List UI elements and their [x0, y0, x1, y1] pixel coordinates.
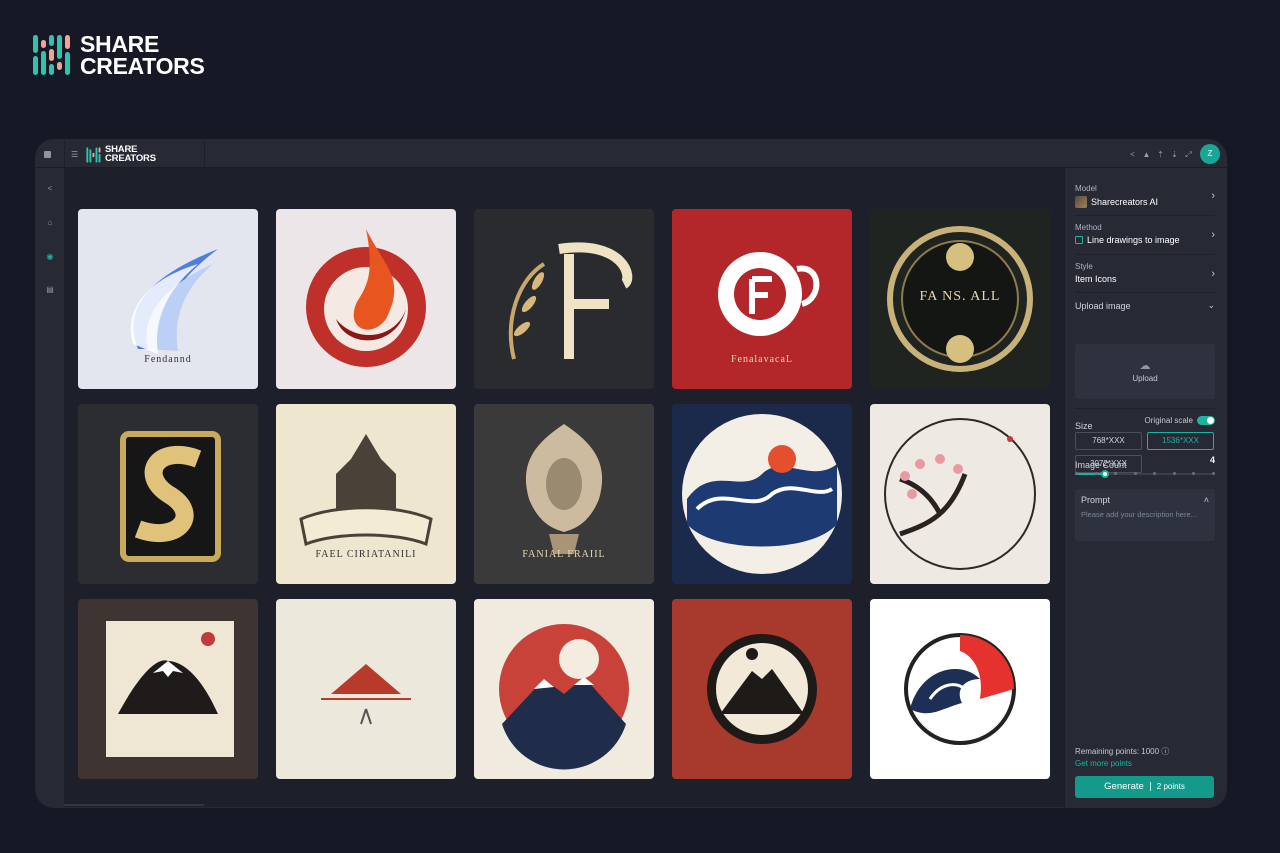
gallery-tile-fire-circle-logo[interactable] — [276, 209, 456, 389]
line-drawing-icon — [1075, 236, 1083, 244]
settings-panel: Model Sharecreators AI › Method Line dra… — [1064, 168, 1226, 807]
logo-artwork — [508, 242, 633, 360]
slider-step-dot — [1075, 472, 1078, 475]
size-option-768[interactable]: 768*XXX — [1075, 432, 1142, 450]
menu-icon[interactable]: ☰ — [71, 150, 78, 159]
share-creators-logo-icon — [86, 146, 101, 163]
slider-step-dot — [1094, 472, 1098, 475]
home-icon[interactable]: ⌂ — [45, 218, 55, 228]
chevron-right-icon: › — [1211, 190, 1215, 202]
logo-artwork — [904, 633, 1016, 745]
gallery-tile-castle-banner-logo[interactable]: FAEL CIRIATANILI — [276, 404, 456, 584]
tile-caption: FA NS. ALL — [919, 289, 1001, 304]
logo-artwork — [120, 431, 221, 562]
gallery-tile-mountain-framed-logo[interactable] — [78, 599, 258, 779]
chevron-right-icon: › — [1211, 229, 1215, 241]
ai-tool-icon[interactable]: ◉ — [45, 252, 55, 262]
image-count-section: Image Count 4 — [1075, 455, 1215, 470]
chevron-up-icon[interactable]: ˄ — [1204, 495, 1209, 505]
gallery-tile-fuji-sun-logo[interactable] — [474, 599, 654, 779]
gallery-tile-feather-swoosh-logo[interactable]: Fendannd — [78, 209, 258, 389]
gallery-tile-ornate-gold-badge-logo[interactable]: FA NS. ALL — [870, 209, 1050, 389]
avatar[interactable]: Z — [1200, 144, 1220, 164]
gallery-icon[interactable]: ▤ — [45, 285, 55, 295]
get-more-points-link[interactable]: Get more points — [1075, 759, 1132, 768]
style-selector[interactable]: Style Item Icons › — [1075, 262, 1215, 284]
mini-brand-logo: SHARE CREATORS — [86, 145, 156, 163]
gallery-tile-red-wave-logo[interactable] — [870, 599, 1050, 779]
download-icon[interactable]: ⇣ — [1170, 150, 1179, 159]
image-count-value: 4 — [1209, 455, 1215, 465]
gallery-tile-wave-circle-logo[interactable] — [672, 404, 852, 584]
slider-step-dot — [1153, 472, 1157, 475]
tile-caption: FAEL CIRIATANILI — [315, 549, 417, 560]
left-rail: < ⌂ ◉ ▤ — [36, 168, 64, 807]
generate-button[interactable]: Generate 2 points — [1075, 776, 1214, 798]
logo-artwork — [884, 418, 1036, 570]
chevron-right-icon: › — [1211, 268, 1215, 280]
fullscreen-icon[interactable]: ⤢ — [1184, 150, 1193, 159]
logo-artwork — [707, 634, 817, 744]
brand-logo: SHARE CREATORS — [32, 31, 205, 79]
slider-step-dot — [1172, 472, 1176, 475]
cloud-upload-icon: ☁ — [1139, 360, 1151, 372]
top-bar: ☰ SHARE CREATORS < ▲ ⇡ ⇣ ⤢ Z — [36, 140, 1226, 168]
gallery-tile-red-mountain-logo[interactable] — [276, 599, 456, 779]
tile-caption: FANIAL FRAIIL — [522, 549, 606, 560]
folder-icon[interactable] — [44, 150, 51, 158]
toggle-switch[interactable] — [1197, 416, 1215, 426]
prompt-field[interactable]: Prompt ˄ Please add your description her… — [1075, 489, 1215, 541]
logo-artwork — [306, 229, 426, 367]
slider-step-dot — [1114, 472, 1118, 475]
brand-name: SHARE CREATORS — [80, 31, 205, 79]
collapse-icon[interactable]: < — [45, 184, 55, 194]
image-count-slider[interactable] — [1075, 470, 1215, 478]
gallery-tile-cherry-blossom-logo[interactable] — [870, 404, 1050, 584]
slider-step-dot — [1133, 472, 1137, 475]
gallery-tile-red-f-emblem-logo[interactable]: FenalavacaL — [672, 209, 852, 389]
upload-icon[interactable]: ⇡ — [1156, 150, 1165, 159]
method-selector[interactable]: Method Line drawings to image › — [1075, 223, 1215, 245]
app-window: ☰ SHARE CREATORS < ▲ ⇡ ⇣ ⤢ Z < ⌂ ◉ ▤ Fen… — [36, 140, 1226, 807]
gallery-tile-dark-circle-mountain-logo[interactable] — [672, 599, 852, 779]
upload-dropzone[interactable]: ☁ Upload — [1075, 344, 1215, 399]
remaining-points: Remaining points: 1000 ⓘ — [1075, 747, 1170, 756]
gallery-tile-gold-s-crest-logo[interactable] — [78, 404, 258, 584]
logo-artwork — [682, 414, 842, 574]
gallery-tile-laurel-f-logo[interactable] — [474, 209, 654, 389]
logo-artwork — [106, 621, 234, 757]
original-scale-toggle[interactable]: Original scale — [1145, 416, 1215, 426]
logo-artwork — [321, 664, 411, 725]
logo-artwork — [499, 624, 629, 770]
size-option-1536[interactable]: 1536*XXX — [1147, 432, 1214, 450]
model-selector[interactable]: Model Sharecreators AI › — [1075, 184, 1215, 208]
upload-section-header[interactable]: Upload image ⌄ — [1075, 300, 1215, 311]
tile-caption: FenalavacaL — [730, 354, 794, 365]
slider-handle[interactable] — [1101, 470, 1109, 478]
info-icon[interactable]: ⓘ — [1161, 747, 1169, 756]
share-creators-logo-icon — [33, 35, 70, 75]
gallery-tile-lion-crest-logo[interactable]: FANIAL FRAIIL — [474, 404, 654, 584]
slider-step-dot — [1192, 472, 1196, 475]
chevron-down-icon: ⌄ — [1207, 300, 1215, 310]
slider-step-dot — [1212, 472, 1215, 475]
model-thumbnail — [1075, 196, 1087, 208]
tile-caption: Fendannd — [144, 354, 192, 365]
share-icon[interactable]: < — [1128, 150, 1137, 159]
bell-icon[interactable]: ▲ — [1142, 150, 1151, 159]
